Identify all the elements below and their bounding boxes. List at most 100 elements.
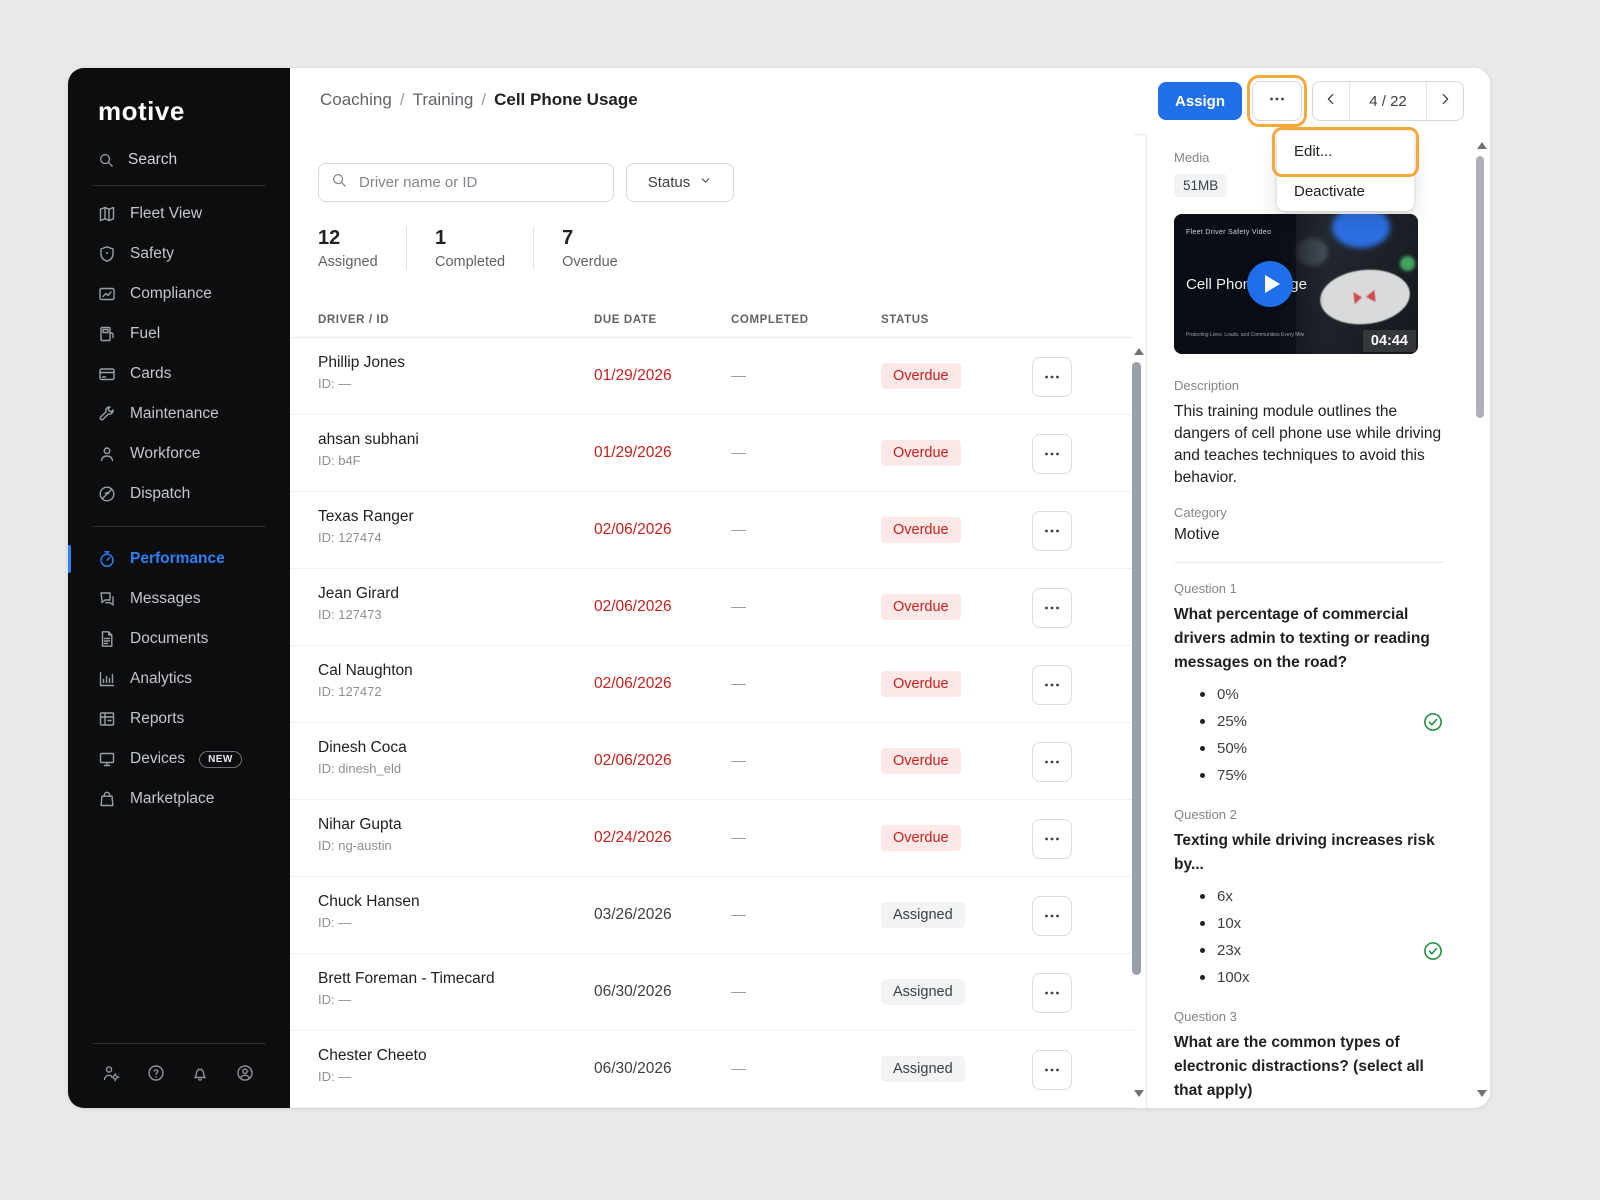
answer-options: 6x 10x 23x 100x <box>1174 883 1445 991</box>
panel-scrollbar[interactable] <box>1476 156 1484 418</box>
analytics-icon <box>98 670 116 688</box>
row-actions-button[interactable] <box>1032 588 1072 628</box>
table-row[interactable]: Phillip Jones ID: — 01/29/2026 — Overdue <box>290 338 1134 415</box>
row-actions-button[interactable] <box>1032 742 1072 782</box>
breadcrumb-training[interactable]: Training <box>413 90 474 110</box>
status-badge: Overdue <box>881 748 961 774</box>
account-icon[interactable] <box>236 1064 254 1082</box>
more-actions-button[interactable] <box>1252 81 1302 121</box>
table-scrollbar[interactable] <box>1132 362 1141 975</box>
completed-date: — <box>731 906 746 924</box>
sidebar-item-dispatch[interactable]: Dispatch <box>68 474 290 514</box>
due-date: 02/06/2026 <box>594 675 672 692</box>
answer-option: 25% <box>1174 708 1445 735</box>
play-button[interactable] <box>1247 261 1293 307</box>
table-row[interactable]: Nihar Gupta ID: ng-austin 02/24/2026 — Overd… <box>290 800 1134 877</box>
driver-id: ID: — <box>318 915 352 930</box>
status-filter-dropdown[interactable]: Status <box>626 163 734 202</box>
table-row[interactable]: Brett Foreman - Timecard ID: — 06/30/2026 —… <box>290 954 1134 1031</box>
driver-id: ID: — <box>318 376 352 391</box>
bullet-icon <box>1200 719 1205 724</box>
table-row[interactable]: Cal Naughton ID: 127472 02/06/2026 — Overdue <box>290 646 1134 723</box>
notifications-icon[interactable] <box>191 1064 209 1082</box>
stats-row: 12 Assigned 1 Completed 7 Overdue <box>318 226 622 270</box>
due-date: 01/29/2026 <box>594 367 672 384</box>
assign-button[interactable]: Assign <box>1158 82 1242 120</box>
question-label: Question 2 <box>1174 807 1237 822</box>
column-header-driver: DRIVER / ID <box>318 314 390 326</box>
sidebar-item-fuel[interactable]: Fuel <box>68 314 290 354</box>
sidebar-item-performance[interactable]: Performance <box>68 539 290 579</box>
video-duration: 04:44 <box>1362 330 1416 352</box>
stat-assigned-label: Assigned <box>318 253 378 270</box>
admin-settings-icon[interactable] <box>102 1064 120 1082</box>
sidebar-item-analytics[interactable]: Analytics <box>68 659 290 699</box>
row-actions-button[interactable] <box>1032 1050 1072 1090</box>
cards-icon <box>98 365 116 383</box>
stat-completed: 1 Completed <box>435 227 505 270</box>
sidebar-item-label: Performance <box>130 550 225 567</box>
answer-option: 0% <box>1174 681 1445 708</box>
sidebar-item-documents[interactable]: Documents <box>68 619 290 659</box>
driver-id: ID: b4F <box>318 453 361 468</box>
sidebar-item-workforce[interactable]: Workforce <box>68 434 290 474</box>
panel-scroll-down-arrow[interactable] <box>1477 1090 1487 1097</box>
table-row[interactable]: Texas Ranger ID: 127474 02/06/2026 — Overdue <box>290 492 1134 569</box>
sidebar-item-label: Dispatch <box>130 485 191 502</box>
stat-overdue-value: 7 <box>562 226 574 249</box>
next-page-button[interactable] <box>1427 82 1463 120</box>
breadcrumb-separator: / <box>399 90 405 109</box>
table-scroll-down-arrow[interactable] <box>1134 1090 1144 1097</box>
driver-search-field[interactable] <box>318 163 614 202</box>
breadcrumb-separator: / <box>481 90 487 109</box>
driver-cell: Texas Ranger ID: 127474 <box>318 508 414 545</box>
sidebar-item-safety[interactable]: Safety <box>68 234 290 274</box>
table-scroll-up-arrow[interactable] <box>1134 348 1144 355</box>
edit-menu-item[interactable]: Edit... <box>1277 131 1414 171</box>
table-row[interactable]: Dinesh Coca ID: dinesh_eld 02/06/2026 — Over… <box>290 723 1134 800</box>
row-actions-button[interactable] <box>1032 511 1072 551</box>
prev-page-button[interactable] <box>1313 82 1349 120</box>
row-actions-button[interactable] <box>1032 973 1072 1013</box>
search-icon <box>98 152 114 168</box>
question-text: What percentage of commercial drivers ad… <box>1174 606 1430 671</box>
row-actions-button[interactable] <box>1032 665 1072 705</box>
sidebar-item-reports[interactable]: Reports <box>68 699 290 739</box>
motive-logo: motive <box>98 96 185 126</box>
row-actions-button[interactable] <box>1032 819 1072 859</box>
row-actions-button[interactable] <box>1032 357 1072 397</box>
safety-icon <box>98 245 116 263</box>
answer-option-label: 100x <box>1217 969 1250 986</box>
sidebar-item-compliance[interactable]: Compliance <box>68 274 290 314</box>
category-label: Category <box>1174 505 1227 520</box>
sidebar-item-fleet-view[interactable]: Fleet View <box>68 194 290 234</box>
sidebar-item-cards[interactable]: Cards <box>68 354 290 394</box>
video-thumbnail[interactable]: Fleet Driver Safety Video Cell Phone Usa… <box>1174 214 1418 354</box>
description-text: This training module outlines the danger… <box>1174 403 1442 486</box>
driver-search-input[interactable] <box>357 173 561 192</box>
sidebar-item-devices[interactable]: Devices NEW <box>68 739 290 779</box>
sidebar-item-messages[interactable]: Messages <box>68 579 290 619</box>
new-badge: NEW <box>199 750 242 768</box>
driver-id: ID: dinesh_eld <box>318 761 402 776</box>
table-row[interactable]: Chester Cheeto ID: — 06/30/2026 — Assigned <box>290 1031 1134 1108</box>
sidebar-item-maintenance[interactable]: Maintenance <box>68 394 290 434</box>
search-icon <box>331 172 347 193</box>
table-row[interactable]: Jean Girard ID: 127473 02/06/2026 — Overdue <box>290 569 1134 646</box>
column-header-status: STATUS <box>881 314 929 326</box>
table-row[interactable]: ahsan subhani ID: b4F 01/29/2026 — Overdue <box>290 415 1134 492</box>
sidebar-search[interactable]: Search <box>98 151 290 169</box>
app-window: motive Search Fleet View Safety Compliance… <box>0 0 1600 1200</box>
help-icon[interactable] <box>147 1064 165 1082</box>
row-actions-button[interactable] <box>1032 434 1072 474</box>
panel-scroll-up-arrow[interactable] <box>1477 142 1487 149</box>
completed-date: — <box>731 598 746 616</box>
sidebar-item-label: Messages <box>130 590 201 607</box>
driver-name: Jean Girard <box>318 585 399 602</box>
row-actions-button[interactable] <box>1032 896 1072 936</box>
table-row[interactable]: Chuck Hansen ID: — 03/26/2026 — Assigned <box>290 877 1134 954</box>
breadcrumb-coaching[interactable]: Coaching <box>320 90 392 110</box>
driver-cell: Cal Naughton ID: 127472 <box>318 662 413 699</box>
sidebar-item-marketplace[interactable]: Marketplace <box>68 779 290 819</box>
deactivate-menu-item[interactable]: Deactivate <box>1277 171 1414 211</box>
